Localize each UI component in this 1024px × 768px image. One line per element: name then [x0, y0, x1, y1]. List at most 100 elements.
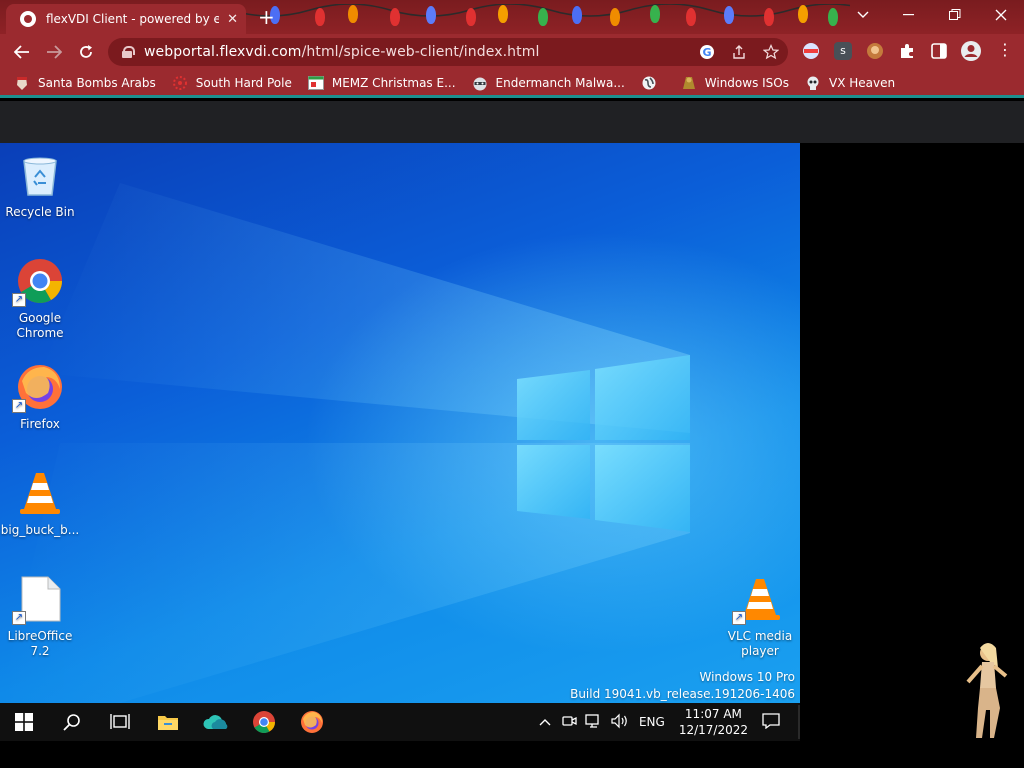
extension-flag-icon[interactable] — [802, 42, 820, 60]
desktop-icon-big-buck-bunny[interactable]: big_buck_b... — [0, 469, 80, 538]
santa-icon — [14, 75, 30, 91]
shortcut-arrow-icon: ↗ — [12, 399, 26, 413]
input-language[interactable]: ENG — [639, 715, 665, 729]
side-panel-icon[interactable] — [930, 42, 948, 60]
extension-s-icon[interactable]: s — [834, 42, 852, 60]
taskbar-clock[interactable]: 11:07 AM 12/17/2022 — [679, 706, 748, 738]
meet-now-icon[interactable] — [561, 713, 577, 732]
shortcut-arrow-icon: ↗ — [732, 611, 746, 625]
search-button[interactable] — [48, 703, 96, 741]
action-center-icon[interactable] — [762, 712, 780, 732]
bookmarks-bar: Santa Bombs Arabs South Hard Pole MEMZ C… — [0, 70, 1024, 98]
extension-avatar-icon[interactable] — [866, 42, 884, 60]
file-explorer-icon — [158, 716, 178, 730]
desktop-icon-label: Firefox — [20, 417, 60, 431]
shortcut-arrow-icon: ↗ — [12, 293, 26, 307]
desktop-icon-label: VLC media player — [727, 629, 793, 658]
task-view-button[interactable] — [96, 703, 144, 741]
libreoffice-document-icon: ↗ — [12, 575, 64, 625]
google-icon[interactable]: G — [698, 43, 716, 61]
vlc-cone-icon — [16, 469, 64, 517]
chrome-icon — [253, 711, 275, 733]
url-text[interactable]: webportal.flexvdi.com/html/spice-web-cli… — [144, 44, 539, 60]
network-icon[interactable] — [585, 713, 603, 732]
bookmark-south-hard-pole[interactable]: South Hard Pole — [172, 75, 292, 91]
firefox-icon: ↗ — [12, 363, 64, 413]
taskbar-chrome[interactable] — [240, 703, 288, 741]
taskbar-firefox[interactable] — [288, 703, 336, 741]
reload-button[interactable] — [70, 38, 102, 66]
back-button[interactable] — [6, 38, 38, 66]
minimize-button[interactable] — [886, 0, 932, 30]
viewer-letterbox-bottom — [0, 741, 800, 768]
tab-close-icon[interactable]: ✕ — [227, 12, 238, 27]
skull-icon — [805, 75, 821, 91]
taskbar-file-explorer[interactable] — [144, 703, 192, 741]
remote-desktop[interactable]: Recycle Bin ↗ Google Chrome ↗ Firefox bi… — [0, 143, 800, 703]
flexvdi-favicon-icon — [20, 11, 36, 27]
new-tab-button[interactable]: + — [258, 6, 275, 28]
recycle-bin-icon — [16, 151, 64, 199]
bookmark-vx-heaven[interactable]: VX Heaven — [805, 75, 895, 91]
firefox-icon — [301, 711, 323, 733]
desktop-icon-label: big_buck_b... — [0, 523, 80, 537]
raccoon-icon — [472, 75, 488, 91]
windows-logo-pane-br — [595, 445, 690, 532]
window-icon — [307, 75, 324, 91]
clock-time: 11:07 AM — [684, 707, 742, 721]
volume-icon[interactable] — [611, 713, 629, 732]
tab-title: flexVDI Client - powered by eyeOS — [46, 12, 220, 26]
svg-text:G: G — [702, 46, 711, 59]
windows-light-beams — [0, 183, 690, 703]
snowflake-icon — [172, 75, 188, 91]
browser-menu-icon[interactable]: ⋮ — [996, 42, 1014, 60]
search-icon — [63, 714, 80, 731]
restore-button[interactable] — [932, 0, 978, 30]
windows-build-text: Build 19041.vb_release.191206-1406 — [570, 687, 795, 701]
christmas-lights-decoration — [230, 4, 850, 30]
taskbar-onedrive[interactable] — [192, 703, 240, 741]
browser-tab-strip: flexVDI Client - powered by eyeOS ✕ + — [0, 0, 1024, 34]
windows-logo-pane-tl — [517, 370, 590, 440]
onedrive-cloud-icon — [203, 715, 228, 729]
browser-tab-active[interactable]: flexVDI Client - powered by eyeOS ✕ — [6, 4, 246, 34]
bookmark-windows-isos[interactable]: Windows ISOs — [681, 75, 789, 91]
lock-icon[interactable] — [122, 46, 135, 58]
profile-avatar-icon[interactable] — [960, 40, 982, 62]
folder-icon — [681, 75, 697, 91]
browser-toolbar: webportal.flexvdi.com/html/spice-web-cli… — [0, 34, 1024, 70]
windows-edition-text: Windows 10 Pro — [699, 670, 795, 684]
desktop-icon-label: Recycle Bin — [5, 205, 75, 219]
viewer-top-bar — [0, 101, 1024, 143]
start-button[interactable] — [0, 703, 48, 741]
forward-button[interactable] — [38, 38, 70, 66]
desktop-icon-recycle-bin[interactable]: Recycle Bin — [0, 151, 80, 220]
close-window-button[interactable] — [978, 0, 1024, 30]
clock-date: 12/17/2022 — [678, 723, 748, 737]
bookmark-globe[interactable] — [641, 75, 665, 91]
desktop-icon-libreoffice[interactable]: ↗ LibreOffice 7.2 — [0, 575, 80, 659]
desktop-icon-label: LibreOffice 7.2 — [7, 629, 73, 658]
desktop-icon-firefox[interactable]: ↗ Firefox — [0, 363, 80, 432]
windows-start-icon — [15, 713, 33, 731]
shortcut-arrow-icon: ↗ — [12, 611, 26, 625]
bookmark-memz-christmas[interactable]: MEMZ Christmas E... — [307, 75, 456, 91]
address-bar[interactable]: webportal.flexvdi.com/html/spice-web-cli… — [108, 38, 788, 66]
bookmark-endermanch-malware[interactable]: Endermanch Malwa... — [472, 75, 625, 91]
dancing-figure-decoration — [966, 643, 1008, 738]
windows-taskbar: ENG 11:07 AM 12/17/2022 — [0, 703, 800, 741]
tab-search-chevron-icon[interactable] — [840, 0, 886, 30]
show-hidden-icons-chevron-icon[interactable] — [539, 715, 551, 729]
windows-logo-pane-tr — [595, 355, 690, 440]
system-tray: ENG 11:07 AM 12/17/2022 — [539, 703, 800, 741]
vlc-cone-icon: ↗ — [732, 575, 784, 625]
desktop-icon-vlc-media-player[interactable]: ↗ VLC media player — [720, 575, 800, 659]
windows-version-watermark: Windows 10 Pro Build 19041.vb_release.19… — [570, 669, 795, 703]
chrome-icon: ↗ — [12, 257, 64, 307]
bookmark-santa-bombs-arabs[interactable]: Santa Bombs Arabs — [14, 75, 156, 91]
extensions-puzzle-icon[interactable] — [898, 42, 916, 60]
desktop-icon-google-chrome[interactable]: ↗ Google Chrome — [0, 257, 80, 341]
task-view-icon — [110, 714, 130, 729]
share-icon[interactable] — [730, 43, 748, 61]
bookmark-star-icon[interactable] — [762, 43, 780, 61]
